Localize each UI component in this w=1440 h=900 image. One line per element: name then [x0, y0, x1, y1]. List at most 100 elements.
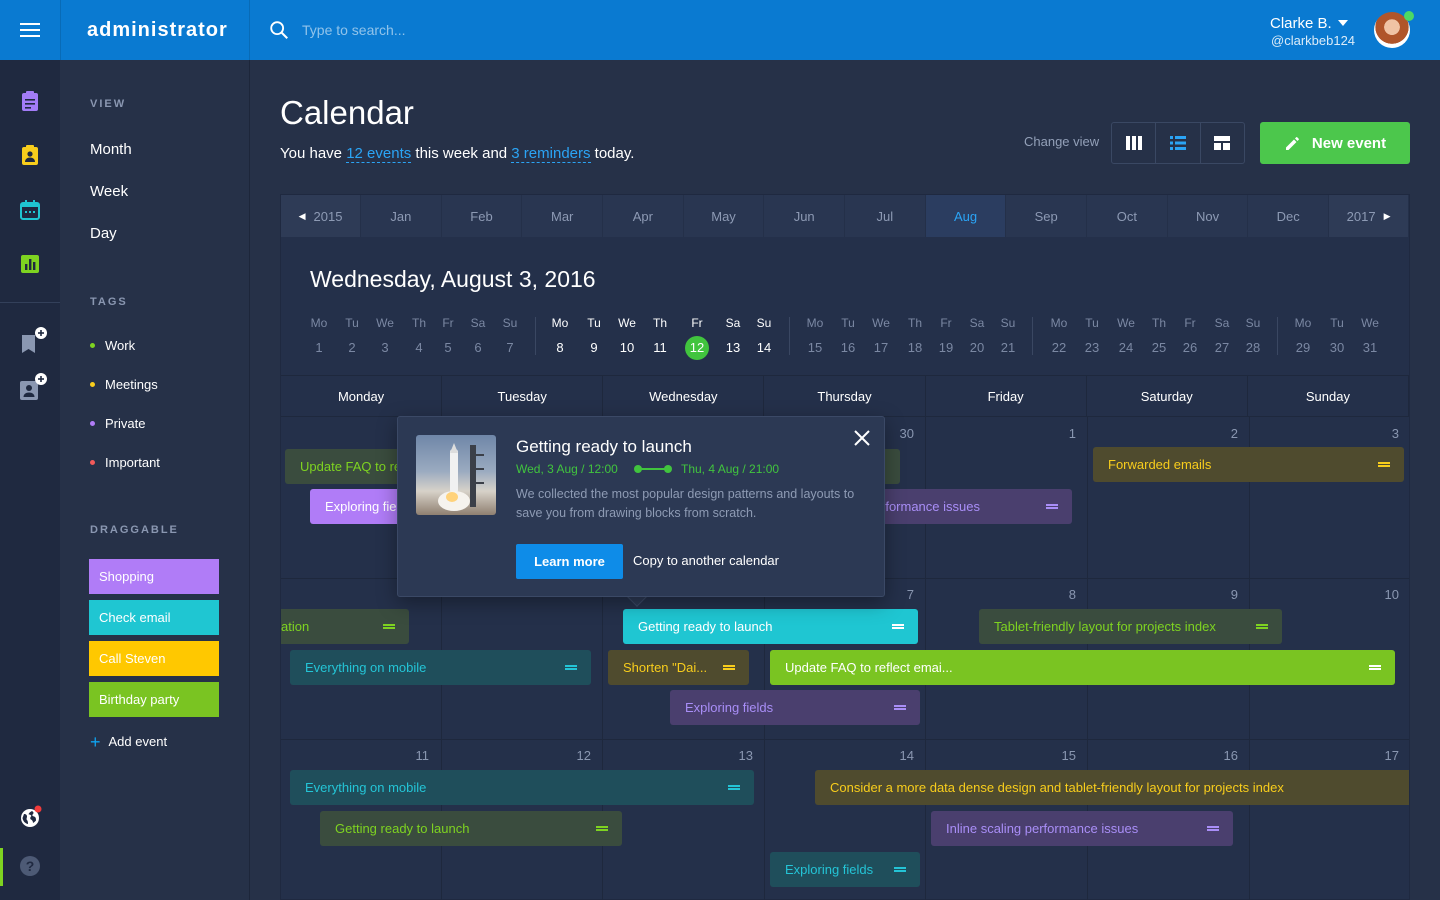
drag-handle-icon[interactable] — [1046, 504, 1058, 506]
copy-to-calendar-button[interactable]: Copy to another calendar — [633, 553, 779, 568]
drag-handle-icon[interactable] — [596, 826, 608, 828]
day-strip-cell[interactable]: Mo 29 — [1288, 316, 1318, 355]
month-dec[interactable]: Dec — [1248, 195, 1330, 237]
calendar-icon[interactable] — [18, 198, 42, 222]
month-may[interactable]: May — [684, 195, 765, 237]
day-strip-cell[interactable]: Sa 27 — [1207, 316, 1237, 355]
grid-view-button[interactable] — [1201, 123, 1244, 163]
search-input[interactable] — [302, 18, 702, 42]
list-view-button[interactable] — [1156, 123, 1201, 163]
event-bar[interactable]: Exploring fields — [770, 852, 920, 887]
close-icon[interactable] — [852, 428, 872, 448]
next-year-button[interactable]: 2017 ▶ — [1329, 195, 1410, 237]
event-bar[interactable]: Inline scaling performance issues — [931, 811, 1233, 846]
day-strip-cell[interactable]: Th 11 — [645, 316, 675, 355]
day-strip-cell[interactable]: Tu 9 — [579, 316, 609, 355]
day-strip-cell[interactable]: Mo 15 — [800, 316, 830, 355]
prev-year-button[interactable]: ◀ 2015 — [281, 195, 361, 237]
day-strip-cell[interactable]: We 3 — [370, 316, 400, 355]
drag-handle-icon[interactable] — [565, 665, 577, 667]
day-strip-cell[interactable]: We 17 — [866, 316, 896, 355]
day-strip-cell[interactable]: Tu 30 — [1322, 316, 1352, 355]
event-bar[interactable]: Update FAQ to reflect emai... — [770, 650, 1395, 685]
draggable-shopping[interactable]: Shopping — [89, 559, 219, 594]
day-strip-cell[interactable]: Mo 22 — [1044, 316, 1074, 355]
learn-more-button[interactable]: Learn more — [516, 544, 623, 579]
reminders-link[interactable]: 3 reminders — [511, 145, 591, 163]
add-event-link[interactable]: + Add event — [90, 733, 167, 751]
globe-icon[interactable] — [18, 805, 42, 829]
view-week[interactable]: Week — [90, 183, 128, 200]
day-strip-cell[interactable]: Su 7 — [495, 316, 525, 355]
drag-handle-icon[interactable] — [1207, 826, 1219, 828]
day-strip-cell[interactable]: Fr 5 — [433, 316, 463, 355]
drag-handle-icon[interactable] — [1369, 665, 1381, 667]
event-bar[interactable]: Tablet-friendly layout for projects inde… — [979, 609, 1282, 644]
chevron-down-icon[interactable] — [1338, 20, 1348, 26]
menu-icon[interactable] — [0, 0, 60, 60]
help-icon[interactable]: ? — [18, 854, 42, 878]
month-sep[interactable]: Sep — [1006, 195, 1088, 237]
day-strip-cell[interactable]: We 31 — [1355, 316, 1385, 355]
draggable-check-email[interactable]: Check email — [89, 600, 219, 635]
event-bar[interactable]: Shorten "Dai... — [608, 650, 749, 685]
event-bar[interactable]: Everything on mobile — [290, 770, 754, 805]
event-bar[interactable]: Consider a more data dense design and ta… — [815, 770, 1409, 805]
drag-handle-icon[interactable] — [892, 624, 904, 626]
month-jan[interactable]: Jan — [361, 195, 442, 237]
drag-handle-icon[interactable] — [894, 705, 906, 707]
day-strip-cell[interactable]: Fr 19 — [931, 316, 961, 355]
drag-handle-icon[interactable] — [383, 624, 395, 626]
chart-icon[interactable] — [18, 252, 42, 276]
add-bookmark-icon[interactable] — [18, 327, 50, 357]
month-mar[interactable]: Mar — [522, 195, 604, 237]
month-jul[interactable]: Jul — [845, 195, 926, 237]
day-strip-cell[interactable]: Su 14 — [749, 316, 779, 355]
month-feb[interactable]: Feb — [442, 195, 523, 237]
month-oct[interactable]: Oct — [1087, 195, 1168, 237]
contact-card-icon[interactable] — [18, 143, 42, 167]
drag-handle-icon[interactable] — [894, 867, 906, 869]
day-strip-cell[interactable]: Sa 13 — [718, 316, 748, 355]
month-jun[interactable]: Jun — [764, 195, 846, 237]
day-strip-cell[interactable]: We 24 — [1111, 316, 1141, 355]
add-contact-icon[interactable] — [18, 373, 50, 403]
day-strip-cell[interactable]: Fr 26 — [1175, 316, 1205, 355]
clipboard-icon[interactable] — [18, 89, 42, 113]
draggable-call-steven[interactable]: Call Steven — [89, 641, 219, 676]
event-bar[interactable]: Getting ready to launch — [623, 609, 918, 644]
day-strip-cell[interactable]: Sa 20 — [962, 316, 992, 355]
event-bar[interactable]: Forwarded emails — [1093, 447, 1404, 482]
drag-handle-icon[interactable] — [728, 785, 740, 787]
event-bar[interactable]: Getting ready to launch — [320, 811, 622, 846]
tag-meetings[interactable]: Meetings — [90, 377, 158, 392]
day-strip-cell[interactable]: Tu 2 — [337, 316, 367, 355]
day-strip-cell[interactable]: Th 18 — [900, 316, 930, 355]
month-apr[interactable]: Apr — [603, 195, 684, 237]
event-bar[interactable]: rformance issues — [866, 489, 1072, 524]
day-strip-cell[interactable]: Mo 1 — [304, 316, 334, 355]
day-strip-cell[interactable]: Tu 16 — [833, 316, 863, 355]
drag-handle-icon[interactable] — [723, 665, 735, 667]
search-icon[interactable] — [268, 19, 290, 41]
day-strip-cell[interactable]: Mo 8 — [545, 316, 575, 355]
new-event-button[interactable]: New event — [1260, 122, 1410, 164]
day-strip-cell[interactable]: Su 21 — [993, 316, 1023, 355]
draggable-birthday-party[interactable]: Birthday party — [89, 682, 219, 717]
tag-work[interactable]: Work — [90, 338, 135, 353]
tag-important[interactable]: Important — [90, 455, 160, 470]
drag-handle-icon[interactable] — [1378, 462, 1390, 464]
day-strip-cell[interactable]: Tu 23 — [1077, 316, 1107, 355]
view-day[interactable]: Day — [90, 225, 117, 242]
events-link[interactable]: 12 events — [346, 145, 412, 163]
brand-logo[interactable]: administrator — [60, 0, 250, 60]
tag-private[interactable]: Private — [90, 416, 145, 431]
day-strip-cell[interactable]: Th 25 — [1144, 316, 1174, 355]
month-aug[interactable]: Aug — [925, 195, 1007, 237]
drag-handle-icon[interactable] — [1256, 624, 1268, 626]
day-strip-cell[interactable]: Su 28 — [1238, 316, 1268, 355]
event-bar[interactable]: ation — [281, 609, 409, 644]
day-strip-cell[interactable]: Th 4 — [404, 316, 434, 355]
month-nov[interactable]: Nov — [1168, 195, 1249, 237]
day-strip-cell[interactable]: Fr 12 — [682, 316, 712, 360]
